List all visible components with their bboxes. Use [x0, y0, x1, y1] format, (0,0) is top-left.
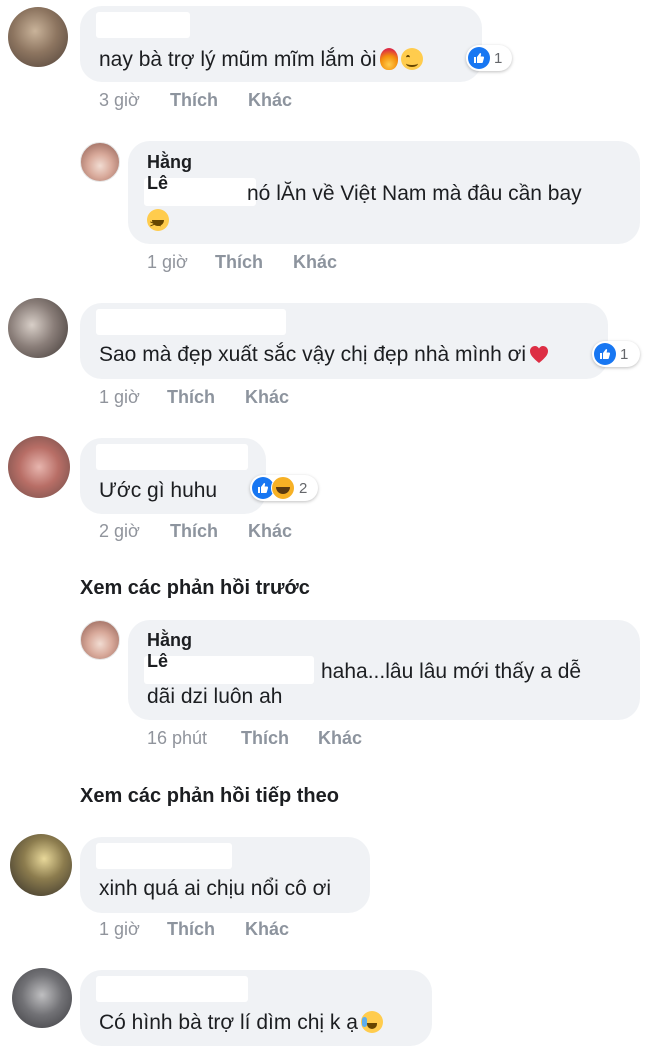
- reply-text: nó lĂn về Việt Nam mà đâu cần bay: [247, 182, 582, 205]
- reaction-summary[interactable]: 2: [250, 475, 318, 501]
- like-reaction-icon: [594, 343, 616, 365]
- avatar[interactable]: [80, 142, 120, 182]
- reaction-summary[interactable]: 1: [592, 341, 640, 367]
- comment-text-content: nay bà trợ lý mũm mĩm lắm òi: [99, 48, 377, 71]
- more-button[interactable]: Khác: [248, 90, 292, 111]
- avatar[interactable]: [8, 298, 68, 358]
- avatar[interactable]: [8, 7, 68, 67]
- more-button[interactable]: Khác: [248, 521, 292, 542]
- more-button[interactable]: Khác: [293, 252, 337, 273]
- comment-text-content: Sao mà đẹp xuất sắc vậy chị đẹp nhà mình…: [99, 343, 527, 366]
- avatar[interactable]: [80, 620, 120, 660]
- reaction-summary[interactable]: 1: [466, 45, 512, 71]
- timestamp[interactable]: 1 giờ: [99, 919, 140, 940]
- comment-text-content: Có hình bà trợ lí dìm chị k ạ: [99, 1011, 358, 1034]
- more-button[interactable]: Khác: [245, 919, 289, 940]
- redacted-name: [96, 976, 248, 1002]
- redacted-name: [96, 309, 286, 335]
- redacted-name: [96, 843, 232, 869]
- redacted-name: [96, 444, 248, 470]
- redacted-name: [96, 12, 190, 38]
- view-previous-replies-link[interactable]: Xem các phản hồi trước: [80, 577, 310, 600]
- reply-text-line2: dãi dzi luôn ah: [147, 685, 283, 708]
- like-button[interactable]: Thích: [167, 919, 215, 940]
- fire-emoji-icon: [379, 48, 398, 70]
- comment-text: Có hình bà trợ lí dìm chị k ạ: [99, 1010, 383, 1036]
- smile-emoji-icon: [400, 48, 423, 70]
- laughing-emoji-icon: [147, 209, 169, 237]
- like-button[interactable]: Thích: [170, 521, 218, 542]
- comment-text: Sao mà đẹp xuất sắc vậy chị đẹp nhà mình…: [99, 342, 549, 368]
- view-next-replies-link[interactable]: Xem các phản hồi tiếp theo: [80, 785, 339, 808]
- comment-text: Ước gì huhu: [99, 479, 218, 502]
- comment-text: nay bà trợ lý mũm mĩm lắm òi: [99, 47, 423, 73]
- like-button[interactable]: Thích: [215, 252, 263, 273]
- author-name[interactable]: Hằng Lê: [147, 630, 192, 672]
- like-button[interactable]: Thích: [167, 387, 215, 408]
- comment-text: xinh quá ai chịu nổi cô ơi: [99, 877, 332, 900]
- haha-reaction-icon: [271, 476, 295, 500]
- reaction-count: 1: [494, 49, 503, 67]
- author-name[interactable]: Hằng Lê: [147, 152, 192, 194]
- reply-text: haha...lâu lâu mới thấy a dễ: [321, 660, 582, 683]
- reaction-count: 2: [299, 479, 308, 497]
- avatar[interactable]: [10, 834, 72, 896]
- heart-emoji-icon: [529, 345, 549, 365]
- like-reaction-icon: [468, 47, 490, 69]
- timestamp[interactable]: 2 giờ: [99, 521, 140, 542]
- reaction-count: 1: [620, 345, 629, 363]
- like-button[interactable]: Thích: [241, 728, 289, 749]
- timestamp[interactable]: 3 giờ: [99, 90, 140, 111]
- more-button[interactable]: Khác: [318, 728, 362, 749]
- timestamp[interactable]: 1 giờ: [147, 252, 188, 273]
- crying-laughing-emoji-icon: [360, 1011, 383, 1033]
- like-button[interactable]: Thích: [170, 90, 218, 111]
- reply-text-line2: [147, 208, 169, 237]
- avatar[interactable]: [8, 436, 70, 498]
- timestamp[interactable]: 1 giờ: [99, 387, 140, 408]
- more-button[interactable]: Khác: [245, 387, 289, 408]
- avatar[interactable]: [12, 968, 72, 1028]
- timestamp[interactable]: 16 phút: [147, 728, 207, 749]
